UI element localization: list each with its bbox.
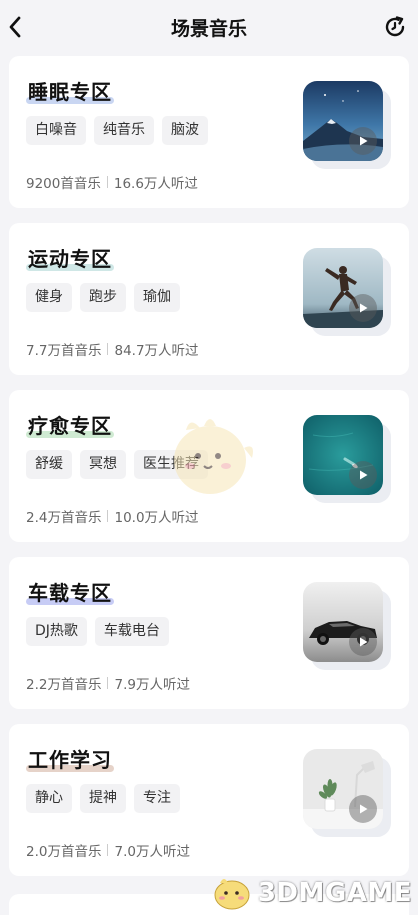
refresh-button[interactable] <box>382 14 408 40</box>
play-icon <box>360 470 368 480</box>
card-title: 工作学习 <box>26 748 114 772</box>
tag[interactable]: 纯音乐 <box>94 116 154 145</box>
top-bar: 场景音乐 <box>0 0 418 56</box>
play-button[interactable] <box>349 127 377 155</box>
watermark: 3DMGAME <box>210 875 412 911</box>
scene-card-sport[interactable]: 运动专区 健身 跑步 瑜伽 7.7万首音乐 84.7万人听过 <box>9 223 409 375</box>
play-button[interactable] <box>349 628 377 656</box>
cover-thumbnail[interactable] <box>303 582 391 670</box>
play-button[interactable] <box>349 294 377 322</box>
tag[interactable]: 静心 <box>26 784 72 813</box>
watermark-text: 3DMGAME <box>257 878 412 908</box>
mascot-logo-icon <box>214 879 250 910</box>
play-button[interactable] <box>349 461 377 489</box>
cover-thumbnail[interactable] <box>303 415 391 503</box>
tag-list: DJ热歌 车载电台 <box>26 617 169 646</box>
music-count: 2.0万首音乐 <box>26 844 102 860</box>
cover-thumbnail[interactable] <box>303 749 391 837</box>
tag[interactable]: 冥想 <box>80 450 126 479</box>
play-icon <box>360 303 368 313</box>
tag[interactable]: 舒缓 <box>26 450 72 479</box>
tag[interactable]: 脑波 <box>162 116 208 145</box>
play-icon <box>360 804 368 814</box>
card-meta: 7.7万首音乐 84.7万人听过 <box>26 339 199 359</box>
listener-count: 7.0万人听过 <box>114 844 190 860</box>
refresh-icon <box>385 16 405 37</box>
listener-count: 7.9万人听过 <box>114 677 190 693</box>
scene-card-work-study[interactable]: 工作学习 静心 提神 专注 2.0万首音乐 7.0万人听过 <box>9 724 409 876</box>
scene-card-healing[interactable]: 疗愈专区 舒缓 冥想 医生推荐 2.4万首音乐 10.0万人听过 <box>9 390 409 542</box>
tag[interactable]: DJ热歌 <box>26 617 87 646</box>
scene-card-sleep[interactable]: 睡眠专区 白噪音 纯音乐 脑波 9200首音乐 16.6万人听过 <box>9 56 409 208</box>
tag-list: 白噪音 纯音乐 脑波 <box>26 116 208 145</box>
card-title: 运动专区 <box>26 247 114 271</box>
tag[interactable]: 车载电台 <box>94 617 169 646</box>
listener-count: 84.7万人听过 <box>114 343 199 359</box>
music-count: 9200首音乐 <box>26 176 101 192</box>
music-count: 2.4万首音乐 <box>26 510 102 526</box>
tag[interactable]: 医生推荐 <box>134 450 208 479</box>
tag[interactable]: 瑜伽 <box>134 283 180 312</box>
play-button[interactable] <box>349 795 377 823</box>
play-icon <box>360 637 368 647</box>
tag[interactable]: 跑步 <box>80 283 126 312</box>
music-count: 7.7万首音乐 <box>26 343 102 359</box>
page-title: 场景音乐 <box>170 18 247 40</box>
listener-count: 16.6万人听过 <box>113 176 198 192</box>
tag[interactable]: 专注 <box>134 784 180 813</box>
cover-thumbnail[interactable] <box>303 81 391 169</box>
play-icon <box>360 136 368 146</box>
card-meta: 9200首音乐 16.6万人听过 <box>26 172 198 192</box>
listener-count: 10.0万人听过 <box>114 510 199 526</box>
card-meta: 2.4万首音乐 10.0万人听过 <box>26 506 199 526</box>
card-title: 睡眠专区 <box>26 80 114 104</box>
scene-card-car[interactable]: 车载专区 DJ热歌 车载电台 2.2万首音乐 7.9万人听过 <box>9 557 409 709</box>
tag-list: 静心 提神 专注 <box>26 784 180 813</box>
music-count: 2.2万首音乐 <box>26 677 102 693</box>
tag[interactable]: 白噪音 <box>26 116 86 145</box>
card-title: 车载专区 <box>26 581 114 605</box>
tag[interactable]: 健身 <box>26 283 72 312</box>
tag-list: 健身 跑步 瑜伽 <box>26 283 180 312</box>
card-meta: 2.2万首音乐 7.9万人听过 <box>26 673 190 693</box>
card-meta: 2.0万首音乐 7.0万人听过 <box>26 840 190 860</box>
tag[interactable]: 提神 <box>80 784 126 813</box>
card-title: 疗愈专区 <box>26 414 114 438</box>
cover-thumbnail[interactable] <box>303 248 391 336</box>
tag-list: 舒缓 冥想 医生推荐 <box>26 450 208 479</box>
